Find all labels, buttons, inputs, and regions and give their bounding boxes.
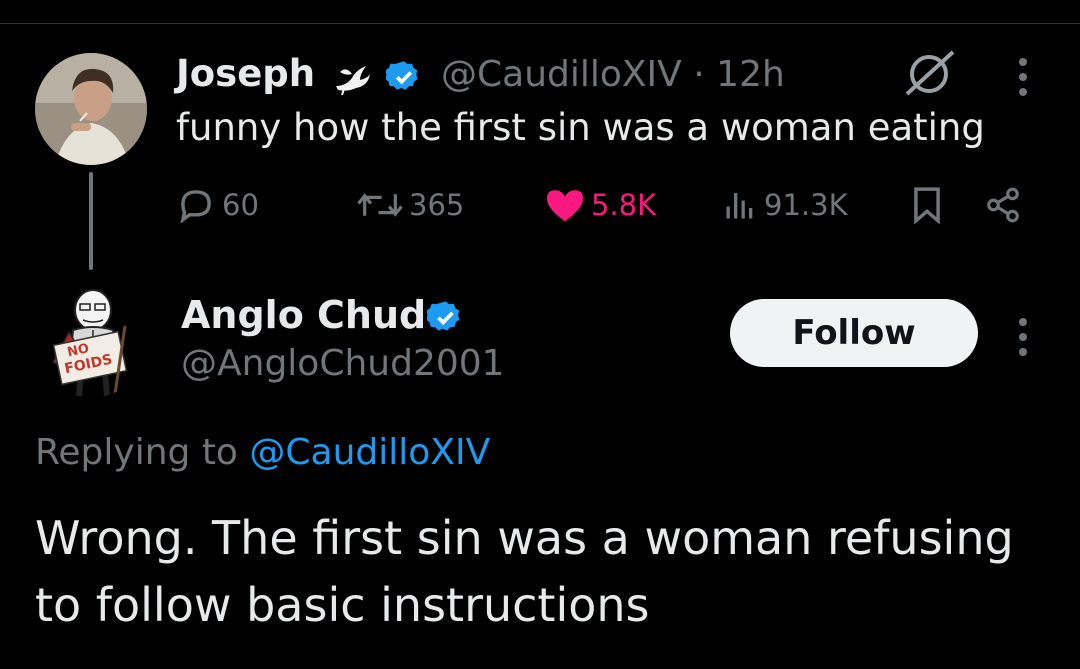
avatar-anglo-chud[interactable]: NO FOIDS [35, 286, 147, 398]
replying-to-handle-link[interactable]: @CaudilloXIV [249, 432, 490, 473]
heart-icon [547, 190, 583, 222]
replying-prefix: Replying to [35, 432, 250, 473]
views-icon [726, 193, 753, 219]
dove-icon [330, 56, 372, 102]
verified-icon [425, 299, 464, 340]
share-icon [987, 187, 1019, 223]
views-button[interactable]: 91.3K [722, 185, 848, 225]
reply-author-name-text[interactable]: Anglo Chud [181, 293, 426, 337]
top-divider [0, 23, 1080, 24]
author-name-text[interactable]: Joseph [176, 52, 315, 95]
reply-icon [180, 190, 211, 223]
author-name[interactable]: Joseph [176, 52, 315, 95]
like-button[interactable]: 5.8K [545, 185, 656, 225]
more-options-button[interactable] [1018, 58, 1028, 103]
avatar-joseph[interactable] [35, 53, 147, 165]
share-button[interactable] [984, 185, 1022, 225]
tweet-time[interactable]: 12h [716, 54, 785, 95]
bookmark-icon [914, 187, 940, 224]
author-handle[interactable]: @CaudilloXIV [441, 54, 682, 95]
reply-count: 60 [222, 188, 259, 222]
verified-icon [384, 59, 422, 99]
reply-more-options-button[interactable] [1018, 318, 1028, 363]
reply-author-handle[interactable]: @AngloChud2001 [181, 343, 505, 384]
bookmark-button[interactable] [910, 185, 944, 225]
retweet-button[interactable]: 365 [357, 185, 464, 225]
replying-to: Replying to @CaudilloXIV [35, 432, 490, 473]
meta-separator: · [693, 54, 705, 95]
retweet-count: 365 [409, 188, 465, 222]
reply-author-name[interactable]: Anglo Chud [181, 293, 426, 337]
reply-text: Wrong. The first sin was a woman refusin… [35, 511, 1014, 632]
thread-connector [89, 172, 93, 270]
like-count: 5.8K [591, 188, 657, 222]
retweet-icon [357, 193, 403, 217]
follow-button[interactable]: Follow [730, 299, 978, 367]
grok-icon[interactable] [903, 48, 957, 102]
reply-button[interactable]: 60 [176, 185, 259, 225]
view-count: 91.3K [764, 188, 848, 222]
tweet-meta: @CaudilloXIV · 12h [441, 54, 785, 95]
tweet-text: funny how the first sin was a woman eati… [176, 106, 985, 149]
